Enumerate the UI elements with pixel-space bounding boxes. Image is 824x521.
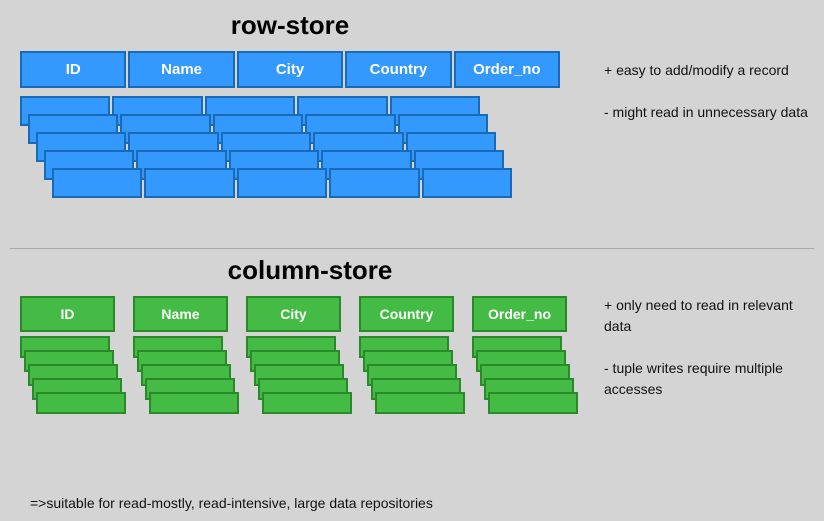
list-item <box>149 392 239 414</box>
row-store-notes: + easy to add/modify a record - might re… <box>604 60 814 123</box>
row-store-pro: + easy to add/modify a record <box>604 60 814 81</box>
row-store-records <box>20 96 560 206</box>
row-header-orderno: Order_no <box>454 51 560 88</box>
table-row <box>52 168 512 198</box>
col-header-name: Name <box>133 296 228 332</box>
row-cell <box>144 168 234 198</box>
col-group-orderno: Order_no <box>472 296 567 416</box>
row-header-city: City <box>237 51 343 88</box>
row-store-header: ID Name City Country Order_no <box>20 51 560 88</box>
row-header-name: Name <box>128 51 234 88</box>
col-group-city: City <box>246 296 341 416</box>
row-cell <box>237 168 327 198</box>
col-stacked-id <box>20 336 115 416</box>
row-store-title: row-store <box>20 10 560 41</box>
column-store-notes: + only need to read in relevant data - t… <box>604 295 814 400</box>
col-stacked-orderno <box>472 336 567 416</box>
col-group-country: Country <box>359 296 454 416</box>
col-store-pro: + only need to read in relevant data <box>604 295 814 337</box>
col-stacked-city <box>246 336 341 416</box>
row-store-con: - might read in unnecessary data <box>604 102 814 123</box>
col-stacked-name <box>133 336 228 416</box>
col-header-country: Country <box>359 296 454 332</box>
row-store-section: row-store ID Name City Country Order_no <box>20 10 560 206</box>
row-header-id: ID <box>20 51 126 88</box>
list-item <box>375 392 465 414</box>
row-cell <box>329 168 419 198</box>
row-cell <box>422 168 512 198</box>
col-group-id: ID <box>20 296 115 416</box>
list-item <box>262 392 352 414</box>
bottom-note: =>suitable for read-mostly, read-intensi… <box>30 495 433 511</box>
col-store-con: - tuple writes require multiple accesses <box>604 358 814 400</box>
row-cell <box>52 168 142 198</box>
col-stacked-country <box>359 336 454 416</box>
col-header-city: City <box>246 296 341 332</box>
column-store-title: column-store <box>20 255 600 286</box>
col-group-name: Name <box>133 296 228 416</box>
list-item <box>36 392 126 414</box>
row-header-country: Country <box>345 51 451 88</box>
column-store-columns: ID Name City <box>20 296 600 416</box>
list-item <box>488 392 578 414</box>
column-store-section: column-store ID Name City <box>20 255 600 426</box>
col-header-id: ID <box>20 296 115 332</box>
section-divider <box>10 248 814 249</box>
col-header-orderno: Order_no <box>472 296 567 332</box>
